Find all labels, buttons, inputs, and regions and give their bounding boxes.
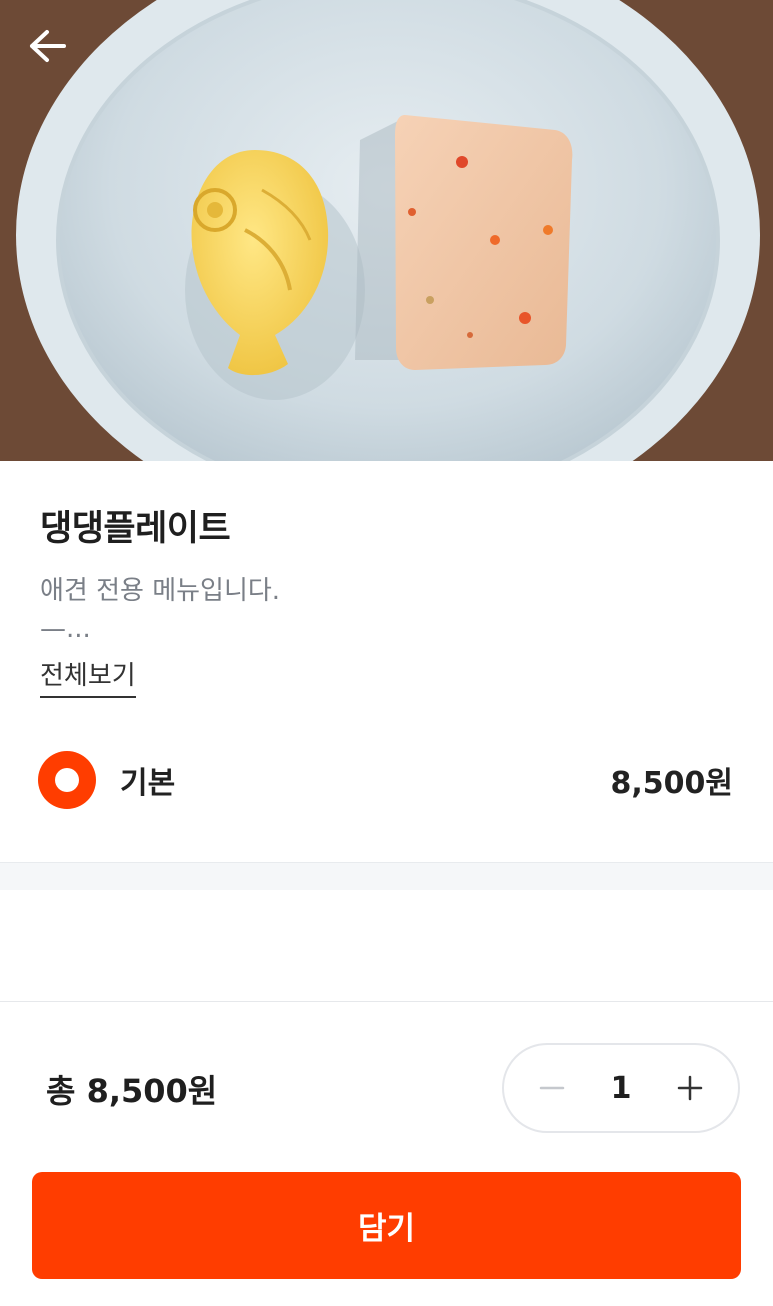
product-image (0, 0, 773, 461)
product-title: 댕댕플레이트 (40, 509, 231, 549)
quantity-stepper: 1 (502, 1043, 740, 1133)
product-description: 애견 전용 메뉴입니다. (40, 576, 281, 606)
radio-inner-dot (55, 768, 79, 792)
back-button[interactable] (22, 24, 72, 68)
product-description-truncated: —... (40, 614, 91, 644)
section-divider (0, 862, 773, 890)
increase-button[interactable] (672, 1070, 708, 1106)
product-info: 댕댕플레이트 애견 전용 메뉴입니다. —... 전체보기 (40, 500, 733, 698)
radio-selected-icon[interactable] (38, 751, 96, 809)
quantity-value: 1 (610, 1070, 632, 1106)
option-basic[interactable]: 기본 8,500원 (38, 750, 733, 810)
total-price: 총 8,500원 (46, 1072, 218, 1110)
footer-divider (0, 1001, 773, 1002)
option-label: 기본 (120, 766, 176, 801)
plus-icon (677, 1075, 703, 1101)
back-arrow-icon (30, 30, 66, 62)
decrease-button[interactable] (534, 1070, 570, 1106)
see-all-link[interactable]: 전체보기 (40, 655, 136, 698)
add-to-cart-button[interactable]: 담기 (32, 1172, 741, 1279)
option-price: 8,500원 (610, 766, 734, 801)
minus-icon (539, 1086, 565, 1090)
add-to-cart-label: 담기 (357, 1211, 416, 1247)
product-photo (0, 0, 773, 461)
